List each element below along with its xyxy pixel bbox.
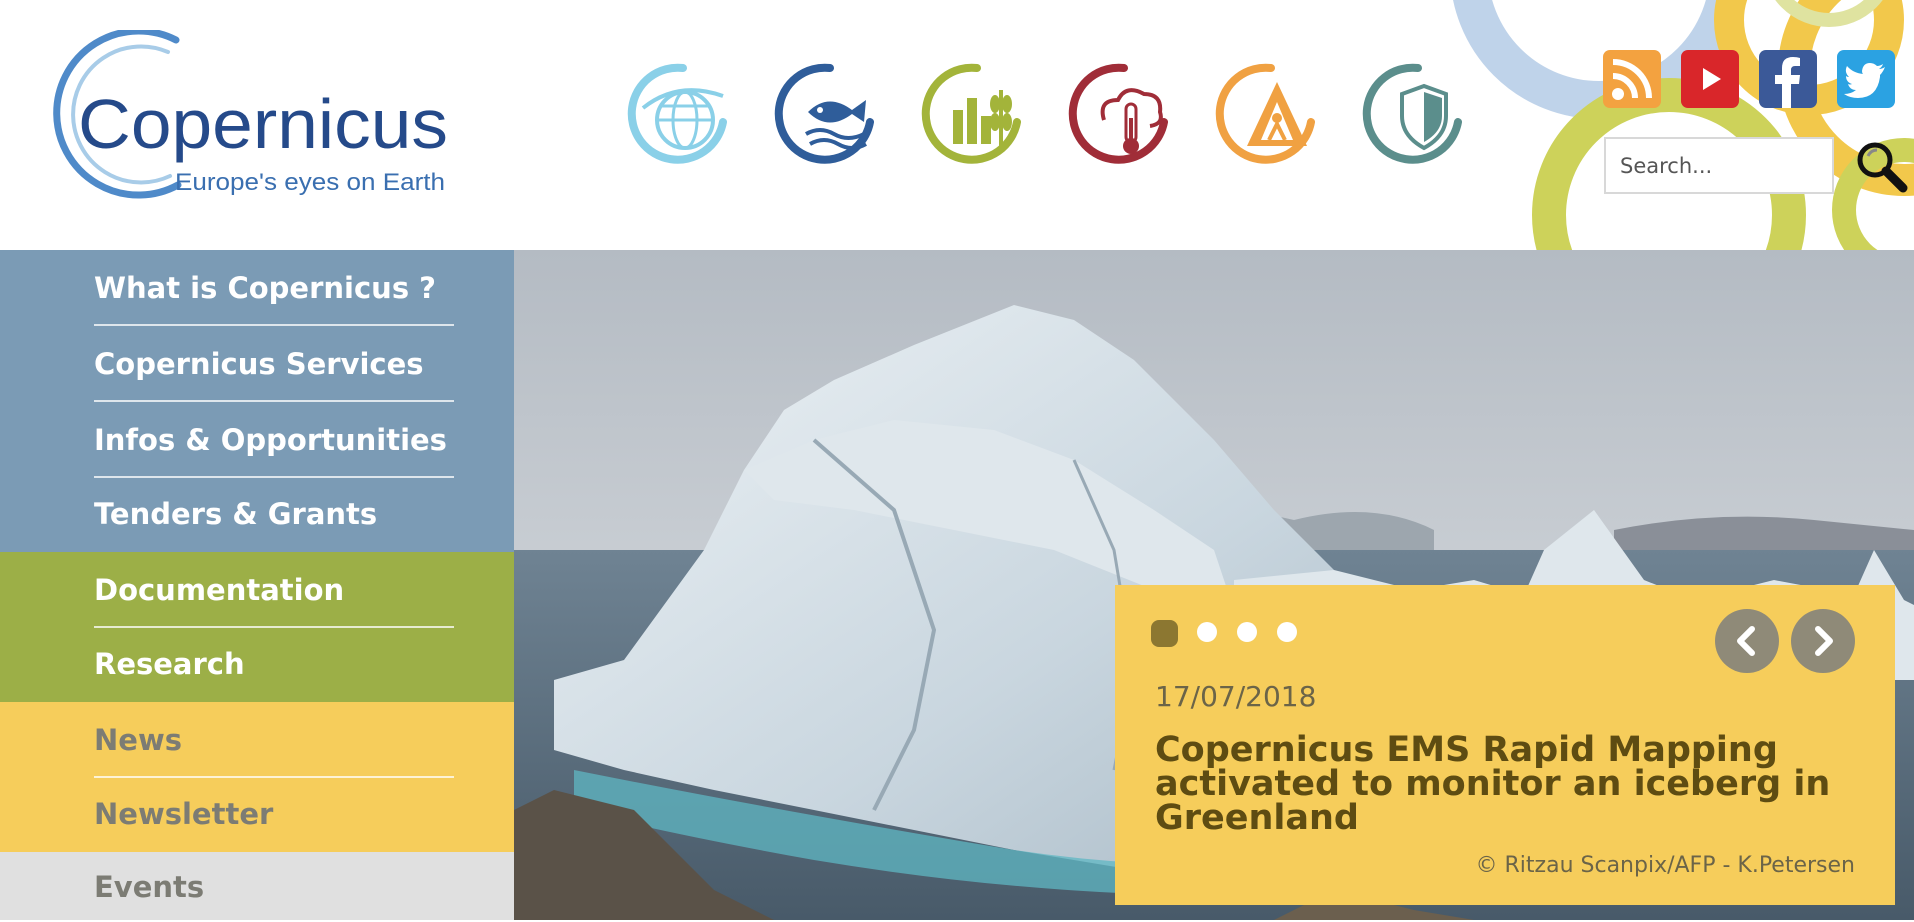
nav-item-documentation[interactable]: Documentation	[94, 552, 454, 628]
slide-date: 17/07/2018	[1155, 680, 1317, 713]
search-icon[interactable]	[1853, 138, 1909, 196]
security-service-icon[interactable]	[1358, 60, 1468, 170]
logo-tagline: Europe's eyes on Earth	[175, 169, 445, 196]
previous-slide-button[interactable]	[1715, 609, 1779, 673]
chevron-left-icon	[1737, 626, 1755, 656]
climate-change-service-icon[interactable]	[1064, 60, 1174, 170]
slide-dot-2[interactable]	[1197, 622, 1217, 642]
logo-wordmark: Copernicus	[78, 85, 448, 163]
next-slide-button[interactable]	[1791, 609, 1855, 673]
photo-credit: © Ritzau Scanpix/AFP - K.Petersen	[1475, 853, 1855, 878]
emergency-service-icon[interactable]	[1211, 60, 1321, 170]
decorative-circles	[1453, 0, 1914, 250]
nav-item-copernicus-services[interactable]: Copernicus Services	[94, 326, 454, 402]
nav-group-documentation: Documentation Research	[0, 552, 514, 702]
slide-title[interactable]: Copernicus EMS Rapid Mapping activated t…	[1155, 733, 1875, 836]
slide-dot-4[interactable]	[1277, 622, 1297, 642]
facebook-icon[interactable]	[1759, 50, 1817, 108]
slide-dot-3[interactable]	[1237, 622, 1257, 642]
nav-item-events[interactable]: Events	[94, 852, 454, 922]
site-header: Copernicus Europe's eyes on Earth	[0, 0, 1914, 250]
rss-icon[interactable]	[1603, 50, 1661, 108]
slide-caption: 17/07/2018 Copernicus EMS Rapid Mapping …	[1115, 585, 1895, 905]
nav-item-research[interactable]: Research	[94, 626, 454, 702]
nav-item-newsletter[interactable]: Newsletter	[94, 776, 454, 852]
nav-item-infos-opportunities[interactable]: Infos & Opportunities	[94, 402, 454, 478]
search-input[interactable]	[1604, 137, 1834, 194]
copernicus-logo[interactable]: Copernicus Europe's eyes on Earth	[28, 30, 488, 205]
twitter-icon[interactable]	[1837, 50, 1895, 108]
nav-group-events: Events	[0, 852, 514, 920]
youtube-icon[interactable]	[1681, 50, 1739, 108]
slide-dot-1[interactable]	[1151, 620, 1178, 647]
marine-service-icon[interactable]	[770, 60, 880, 170]
chevron-right-icon	[1815, 626, 1833, 656]
atmosphere-service-icon[interactable]	[623, 60, 733, 170]
nav-item-what-is-copernicus[interactable]: What is Copernicus ?	[94, 250, 454, 326]
nav-item-news[interactable]: News	[94, 702, 454, 778]
nav-item-tenders-grants[interactable]: Tenders & Grants	[94, 476, 454, 552]
side-navigation: What is Copernicus ? Copernicus Services…	[0, 250, 514, 920]
nav-group-main: What is Copernicus ? Copernicus Services…	[0, 250, 514, 552]
nav-group-news: News Newsletter	[0, 702, 514, 852]
land-service-icon[interactable]	[917, 60, 1027, 170]
